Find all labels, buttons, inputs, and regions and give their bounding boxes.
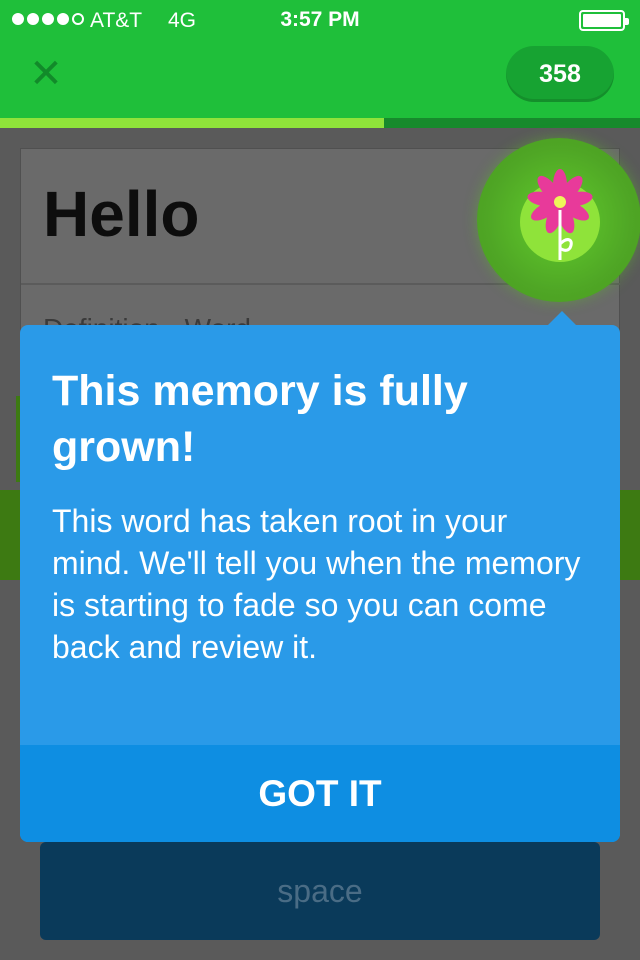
modal-body: This word has taken root in your mind. W… — [52, 503, 581, 665]
progress-bar — [0, 118, 640, 128]
space-answer-button[interactable]: space — [40, 842, 600, 940]
got-it-button[interactable]: GOT IT — [20, 745, 620, 842]
status-bar: AT&T 4G 3:57 PM — [0, 0, 640, 40]
close-icon: ✕ — [29, 52, 63, 96]
modal-title: This memory is fully grown! — [52, 367, 468, 471]
battery-icon — [579, 10, 629, 31]
score-badge: 358 — [506, 46, 614, 102]
progress-fill — [0, 118, 384, 128]
memory-modal: This memory is fully grown! This word ha… — [20, 325, 620, 842]
app-header: AT&T 4G 3:57 PM ✕ 358 — [0, 0, 640, 118]
modal-pointer — [548, 311, 576, 325]
clock: 3:57 PM — [280, 8, 360, 31]
flower-icon — [520, 169, 600, 262]
close-button[interactable]: ✕ — [24, 52, 68, 96]
word-title: Hello — [43, 178, 200, 250]
